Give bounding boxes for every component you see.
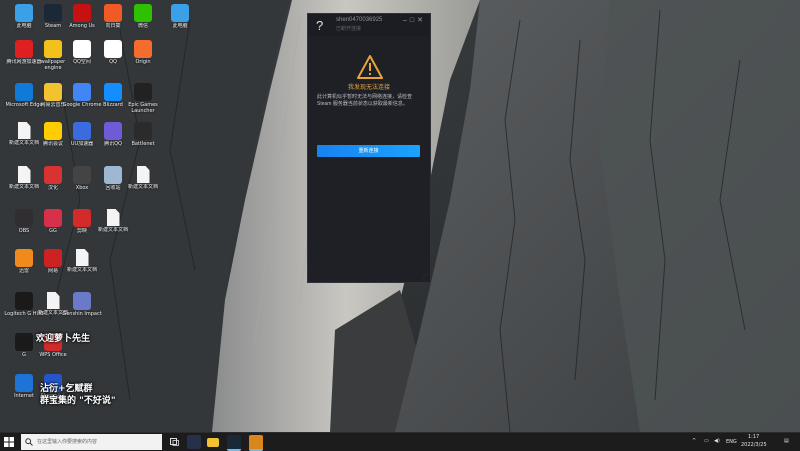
- desktop-shortcut[interactable]: Genshin Impact: [62, 292, 102, 323]
- network-icon[interactable]: ▭: [704, 438, 709, 444]
- connection-status: 已断开连接: [336, 26, 362, 32]
- steam-icon: [44, 4, 62, 22]
- qq-icon: [104, 40, 122, 58]
- document-icon: [46, 292, 60, 309]
- document-icon: [136, 166, 150, 183]
- desktop-shortcut-label: 微信: [137, 23, 148, 29]
- desktop-icon: [171, 4, 189, 22]
- document-icon: [106, 209, 120, 226]
- desktop-shortcut[interactable]: Origin: [123, 40, 163, 71]
- thunder-icon: [15, 249, 33, 267]
- taskbar: 在这里输入你要搜索的内容 ^ ▭ ◀) ENG 1:17 2022/3/25 ▤: [0, 432, 800, 451]
- title-bar[interactable]: ? shen0470036925 已断开连接 –□✕: [308, 14, 430, 36]
- sticker-text-3: 群宝集的 "不好说": [40, 396, 116, 406]
- meeting-icon: [44, 122, 62, 140]
- task-view-icon[interactable]: [170, 438, 179, 446]
- error-message: 此计算机似乎暂时无法与网络连接，请检查 Steam 服务器当前状态以获取最新信息…: [317, 94, 413, 107]
- account-name: shen0470036925: [336, 17, 383, 23]
- logitech-icon: [15, 292, 33, 310]
- obs-icon: [15, 209, 33, 227]
- desktop-shortcut[interactable]: 此电脑: [160, 4, 200, 35]
- taskbar-app-game[interactable]: [249, 435, 263, 451]
- clock-date[interactable]: 2022/3/25: [741, 442, 767, 448]
- volume-icon[interactable]: ◀): [714, 438, 720, 444]
- qzone-icon: [73, 40, 91, 58]
- computer-icon: [15, 4, 33, 22]
- taskbar-app-video[interactable]: [187, 435, 201, 449]
- qq-app-icon: [104, 122, 122, 140]
- resize-grip-icon[interactable]: ⋰: [422, 273, 428, 280]
- netease-icon: [44, 249, 62, 267]
- error-title: 我发现无法连接: [347, 85, 390, 91]
- language-indicator[interactable]: ENG: [726, 439, 737, 445]
- desktop-shortcut-label: 新建文本文档: [127, 184, 158, 190]
- system-tray: ^ ▭ ◀) ENG 1:17 2022/3/25 ▤: [690, 433, 800, 451]
- desktop-shortcut-label: WPS Office: [39, 352, 67, 358]
- desktop-shortcut-label: Genshin Impact: [62, 311, 102, 317]
- windows-start-icon[interactable]: [4, 437, 14, 447]
- clock-time[interactable]: 1:17: [748, 434, 759, 440]
- sunlogin-icon: [104, 4, 122, 22]
- desktop-shortcut-label: Epic Games Launcher: [128, 102, 158, 114]
- gg-icon: [44, 209, 62, 227]
- tray-expand-icon[interactable]: ^: [692, 438, 696, 444]
- desktop-shortcut-label: 新建文本文档: [66, 267, 97, 273]
- genshin-icon: [73, 292, 91, 310]
- origin-icon: [134, 40, 152, 58]
- battlenet-icon: [134, 122, 152, 140]
- xbox-icon: [73, 166, 91, 184]
- window-controls: –□✕: [403, 16, 426, 24]
- reconnect-button[interactable]: 重新连接: [317, 145, 420, 157]
- blizzard-icon: [104, 83, 122, 101]
- uu-icon: [73, 122, 91, 140]
- chinese-icon: [44, 166, 62, 184]
- epic-games-icon: [134, 83, 152, 101]
- recycle-bin-icon: [104, 166, 122, 184]
- notification-icon[interactable]: ▤: [784, 438, 789, 444]
- document-icon: [75, 249, 89, 266]
- ghub-icon: [15, 333, 33, 351]
- dialog-body: 我发现无法连接 此计算机似乎暂时无法与网络连接，请检查 Steam 服务器当前状…: [308, 36, 430, 282]
- desktop-shortcut[interactable]: 微信: [123, 4, 163, 35]
- video-editor-icon: [73, 209, 91, 227]
- sticker-text-1: 欢迎萝卜先生: [36, 334, 91, 344]
- desktop-shortcut[interactable]: 新建文本文档: [93, 209, 133, 239]
- desktop-shortcut[interactable]: Epic Games Launcher: [123, 83, 163, 114]
- close-button[interactable]: ✕: [417, 17, 426, 24]
- desktop-shortcut[interactable]: 新建文本文档: [123, 166, 163, 196]
- desktop-shortcut[interactable]: Battlenet: [123, 122, 163, 153]
- help-icon[interactable]: ?: [316, 18, 323, 33]
- desktop-shortcut-label: 此电脑: [172, 23, 188, 29]
- desktop-shortcut-label: Battlenet: [131, 141, 155, 147]
- document-icon: [17, 166, 31, 183]
- music-icon: [44, 83, 62, 101]
- steam-offline-dialog: ? shen0470036925 已断开连接 –□✕ 我发现无法连接 此计算机似…: [307, 13, 431, 283]
- minimize-button[interactable]: –: [403, 17, 410, 24]
- desktop-shortcut[interactable]: 新建文本文档: [62, 249, 102, 279]
- wechat-icon: [134, 4, 152, 22]
- desktop-shortcut-label: Origin: [135, 59, 151, 65]
- warning-icon: [356, 54, 384, 80]
- taskbar-app-explorer[interactable]: [207, 438, 219, 447]
- taskbar-steam-icon[interactable]: [227, 435, 241, 451]
- chrome-icon: [73, 83, 91, 101]
- edge-icon: [15, 83, 33, 101]
- search-placeholder: 在这里输入你要搜索的内容: [37, 439, 98, 445]
- accelerator-icon: [15, 40, 33, 58]
- desktop-shortcut-label: 新建文本文档: [97, 227, 128, 233]
- taskbar-search-box[interactable]: 在这里输入你要搜索的内容: [21, 434, 162, 450]
- document-icon: [17, 122, 31, 139]
- search-icon: [25, 438, 33, 446]
- internet-icon: [15, 374, 33, 392]
- wallpaper-engine-icon: [44, 40, 62, 58]
- among-us-icon: [73, 4, 91, 22]
